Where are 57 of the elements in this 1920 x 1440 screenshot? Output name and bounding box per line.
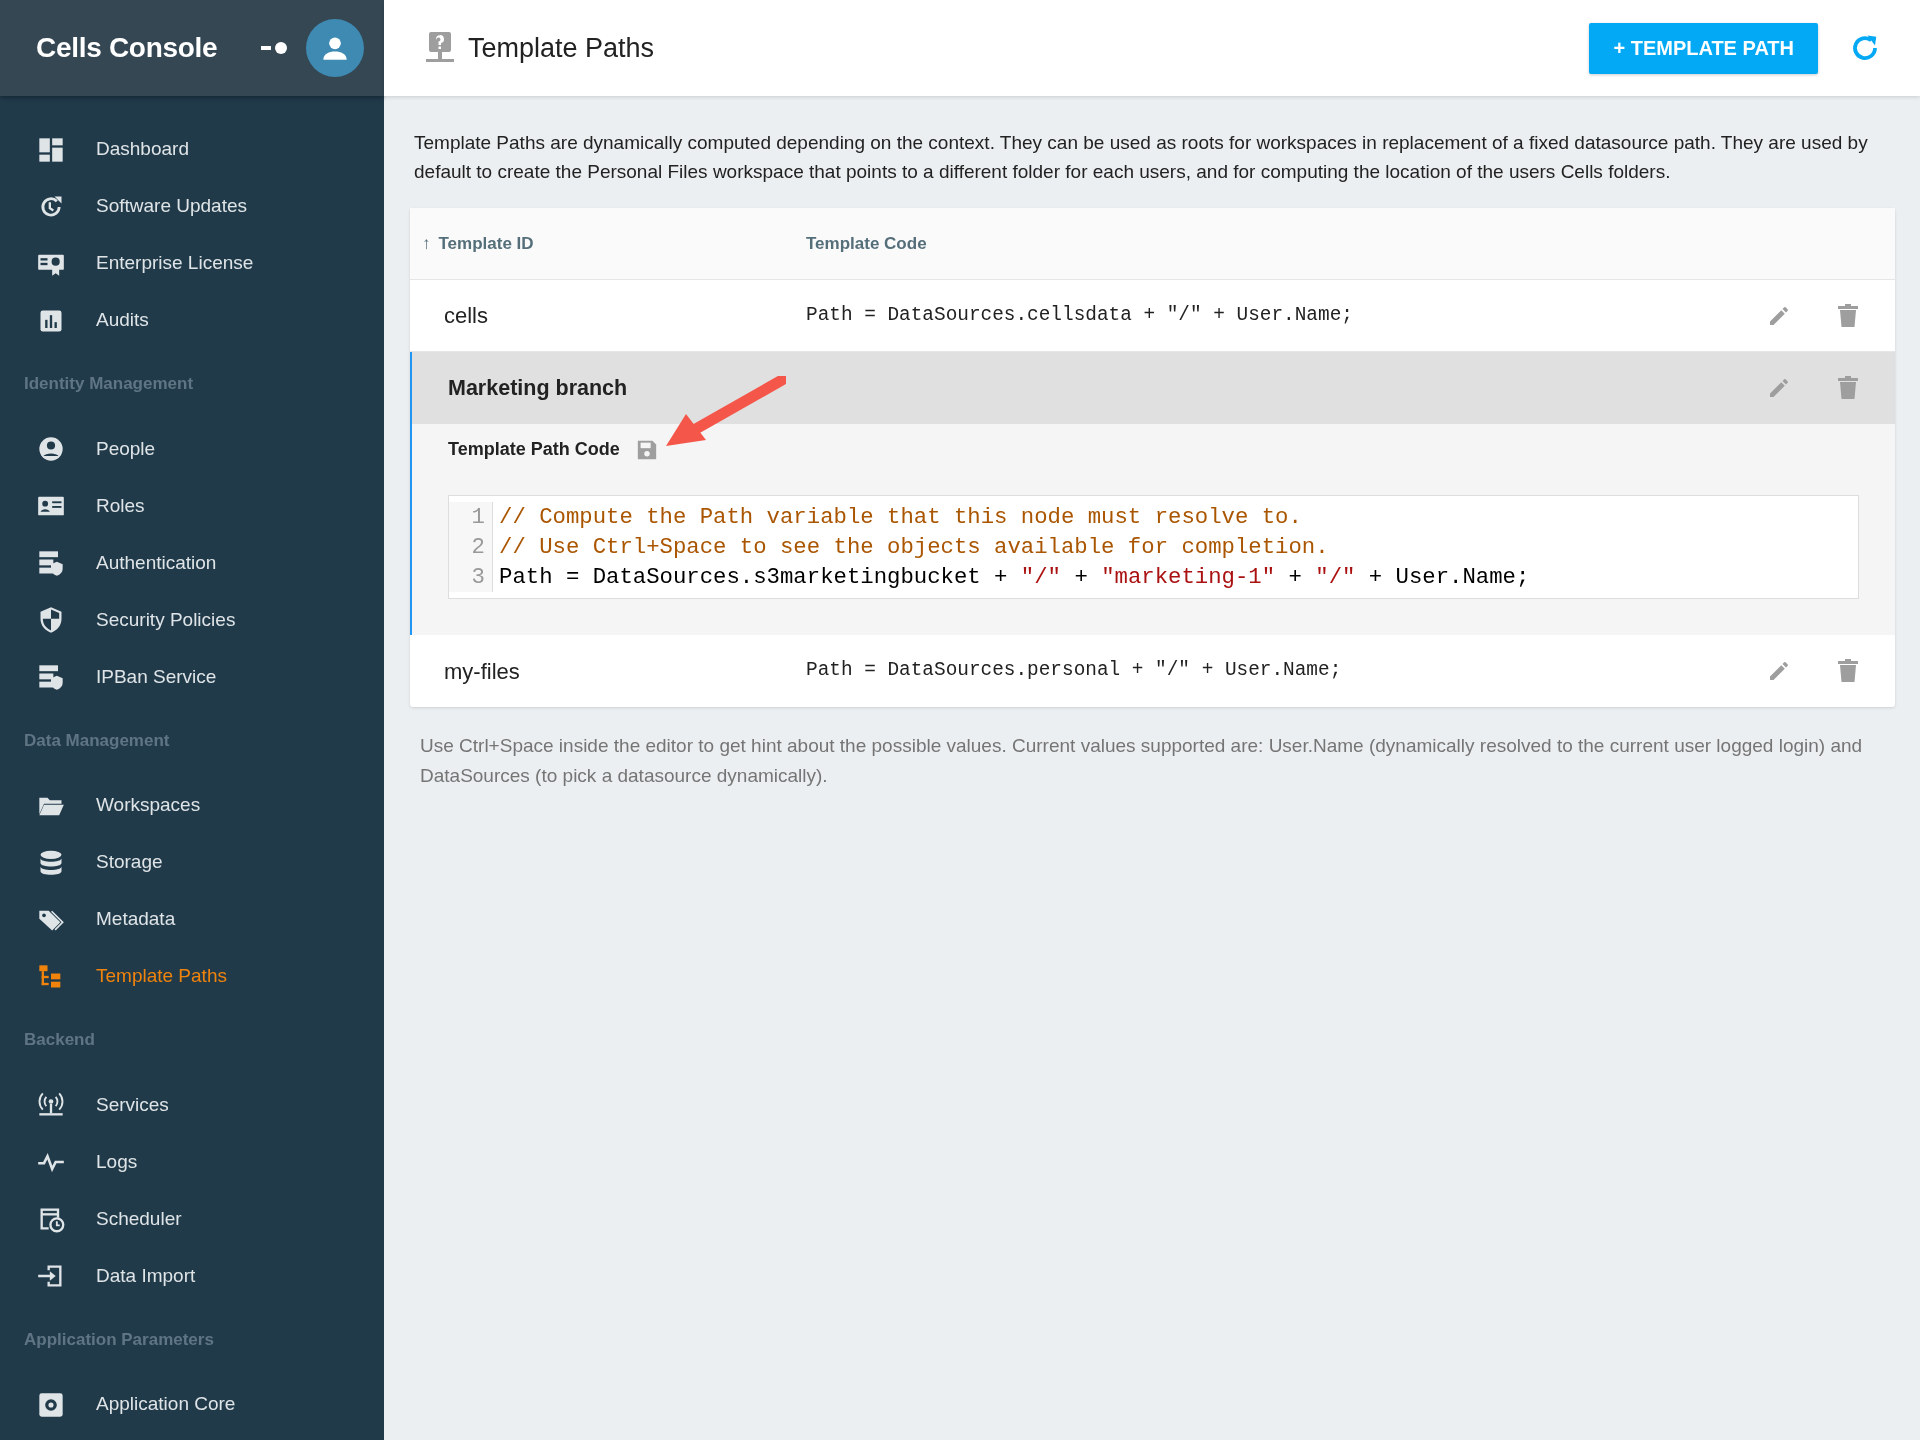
editor-label: Template Path Code xyxy=(448,438,620,461)
sidebar-item[interactable]: Application Core xyxy=(0,1376,384,1433)
code-line: // Compute the Path variable that this node must resolve to. xyxy=(499,503,1303,532)
column-header[interactable]: Template Code xyxy=(806,230,927,257)
sidebar-item[interactable]: Metadata xyxy=(0,891,384,948)
table-cell-text: my-files xyxy=(443,657,520,686)
sidebar-item[interactable]: Authentication xyxy=(0,534,384,592)
sidebar-item[interactable]: Security Policies xyxy=(0,591,384,649)
toggle-icon[interactable] xyxy=(261,42,289,54)
delete-icon[interactable] xyxy=(1837,376,1859,400)
page-title: Template Paths xyxy=(468,31,655,65)
hint-text: Use Ctrl+Space inside the editor to get hint about the possible values. Current values supported are: User.Name (dynamically resolved to the current user logged login) and DataSources (to pick a datasource dynamically). xyxy=(419,734,1864,788)
code-editor[interactable] xyxy=(448,495,1859,599)
sidebar-item[interactable]: Logs xyxy=(0,1133,384,1191)
sidebar-item[interactable]: Template Paths xyxy=(0,948,384,1005)
line-number: 2 xyxy=(470,533,485,562)
column-header[interactable]: Template ID xyxy=(438,230,534,257)
antenna-network-icon xyxy=(37,1091,65,1119)
sidebar-item[interactable]: Roles xyxy=(0,477,384,535)
section-heading: Data Management xyxy=(23,729,171,752)
line-number: 3 xyxy=(470,563,485,592)
section-heading: Identity Management xyxy=(23,373,195,395)
sidebar-item[interactable]: Workspaces xyxy=(0,777,384,834)
section-heading: Application Parameters xyxy=(23,1328,215,1351)
person-circle-icon xyxy=(37,435,65,463)
code-line: Path = DataSources.s3marketingbucket + "/" + "marketing-1" + "/" + User.Name; xyxy=(499,563,1530,592)
sidebar-item[interactable]: Storage xyxy=(0,834,384,891)
code-line: // Use Ctrl+Space to see the objects available for completion. xyxy=(499,533,1330,562)
delete-icon[interactable] xyxy=(1837,303,1859,328)
sidebar-item[interactable]: People xyxy=(0,420,384,478)
sidebar-item[interactable]: Audits xyxy=(0,292,384,349)
app-title: Cells Console xyxy=(36,31,218,65)
help-server-icon xyxy=(426,32,454,64)
sort-arrow[interactable]: ↑ xyxy=(422,230,431,257)
table-cell-text: Path = DataSources.cellsdata + "/" + User.Name; xyxy=(806,302,1353,328)
edit-icon[interactable] xyxy=(1767,376,1791,400)
save-icon[interactable] xyxy=(635,438,658,461)
sidebar-item[interactable]: Dashboard xyxy=(0,121,384,178)
sidebar-item[interactable]: Data Import xyxy=(0,1247,384,1305)
server-shield-icon xyxy=(37,663,65,691)
table-cell-text: cells xyxy=(443,302,488,330)
sidebar-item[interactable]: Enterprise License xyxy=(0,235,384,292)
refresh-icon[interactable] xyxy=(1850,33,1880,63)
edit-icon[interactable] xyxy=(1767,659,1791,683)
delete-icon[interactable] xyxy=(1837,659,1859,683)
line-number: 1 xyxy=(470,503,485,532)
dashboard-icon xyxy=(37,135,65,164)
sidebar-item[interactable]: Software Updates xyxy=(0,178,384,235)
sidebar-item[interactable]: Services xyxy=(0,1076,384,1134)
table-row[interactable]: my-files Path = DataSources.personal + "/" + User.Name; xyxy=(410,635,1895,707)
sidebar-item[interactable]: Scheduler xyxy=(0,1190,384,1248)
table-cell-text: Path = DataSources.personal + "/" + User.Name; xyxy=(806,658,1342,684)
sidebar-item[interactable]: IPBan Service xyxy=(0,648,384,706)
server-shield-icon xyxy=(37,549,65,577)
description-text: Template Paths are dynamically computed depending on the context. They can be used as roots for workspaces in replacement of a fixed datasource path. They are used by default to create the Personal Files workspace that points to a different folder for each users, and for computing the location of the users Cells folders. xyxy=(413,131,1869,184)
section-heading: Backend xyxy=(23,1029,96,1051)
table-cell-text: Marketing branch xyxy=(447,374,628,402)
